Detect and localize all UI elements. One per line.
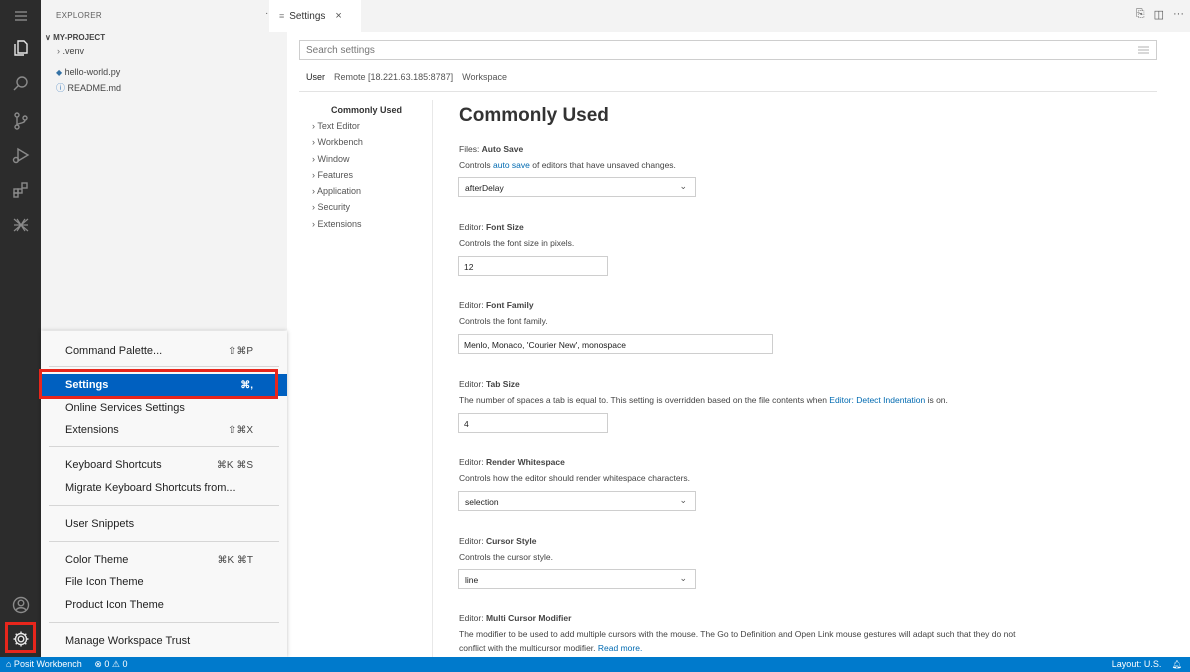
menu-item-file-icon-theme[interactable]: File Icon Theme	[41, 571, 287, 593]
menu-item-keyboard-shortcuts[interactable]: Keyboard Shortcuts ⌘K ⌘S	[41, 454, 287, 476]
activity-bar	[0, 0, 41, 657]
setting-desc-multi-cursor-1: The modifier to be used to add multiple …	[459, 629, 1016, 639]
info-file-icon: ⓘ	[56, 83, 66, 93]
notifications-bell-icon[interactable]: 🔔︎	[1172, 660, 1182, 669]
toc-divider	[432, 100, 433, 657]
menu-separator	[49, 541, 279, 542]
toc-commonly-used[interactable]: Commonly Used	[322, 105, 402, 115]
problems-indicator[interactable]: ⊗ 0 ⚠ 0	[94, 659, 127, 669]
settings-scope-tabs: User Remote [18.221.63.185:8787] Workspa…	[306, 72, 516, 82]
explorer-sidebar: EXPLORER ··· ∨ MY-PROJECT › .venv ◆ hell…	[41, 0, 287, 330]
toc-window[interactable]: › Window	[312, 154, 350, 164]
setting-desc-cursor-style: Controls the cursor style.	[459, 552, 554, 562]
source-control-icon[interactable]	[9, 109, 32, 132]
remote-explorer-icon[interactable]	[9, 213, 32, 236]
editor-actions: ⎘ ◫ ···	[1136, 8, 1184, 21]
setting-title-auto-save: Files: Auto Save	[459, 144, 524, 154]
menu-item-migrate-shortcuts[interactable]: Migrate Keyboard Shortcuts from...	[41, 477, 287, 499]
menu-separator	[49, 446, 279, 447]
menu-item-product-icon-theme[interactable]: Product Icon Theme	[41, 594, 287, 616]
filter-icon[interactable]	[1138, 45, 1149, 55]
detect-indentation-link[interactable]: Editor: Detect Indentation	[829, 395, 925, 405]
chevron-down-icon: ∨	[45, 33, 54, 42]
open-settings-json-icon[interactable]: ⎘	[1136, 8, 1145, 21]
font-size-input[interactable]: 12	[458, 256, 608, 276]
toc-security[interactable]: › Security	[312, 202, 350, 212]
close-tab-icon[interactable]: ×	[335, 10, 341, 22]
chevron-down-icon: ⌄	[679, 573, 687, 583]
remote-indicator[interactable]: ⌂ Posit Workbench	[6, 659, 82, 669]
setting-title-cursor-style: Editor: Cursor Style	[459, 536, 537, 546]
python-file-icon: ◆	[56, 68, 63, 77]
setting-title-font-family: Editor: Font Family	[459, 300, 534, 310]
section-title: Commonly Used	[459, 105, 609, 126]
scope-tab-user[interactable]: User	[306, 72, 325, 82]
read-more-link[interactable]: Read more.	[598, 643, 642, 653]
chevron-down-icon: ⌄	[679, 495, 687, 505]
editor-tab-bar: ≡ Settings × ⎘ ◫ ···	[269, 0, 1190, 32]
menu-item-extensions[interactable]: Extensions ⇧⌘X	[41, 419, 287, 441]
menu-icon[interactable]	[9, 4, 32, 27]
more-actions-icon[interactable]: ···	[1173, 8, 1184, 21]
setting-title-multi-cursor: Editor: Multi Cursor Modifier	[459, 613, 572, 623]
auto-save-select[interactable]: afterDelay ⌄	[458, 177, 696, 197]
keyboard-layout[interactable]: Layout: U.S.	[1112, 659, 1162, 669]
tree-item-readme[interactable]: ⓘ README.md	[56, 81, 121, 94]
setting-title-font-size: Editor: Font Size	[459, 222, 524, 232]
setting-desc-multi-cursor-2: conflict with the multicursor modifier. …	[459, 643, 643, 653]
tab-size-input[interactable]: 4	[458, 413, 608, 433]
chevron-right-icon: ›	[57, 46, 60, 56]
render-whitespace-select[interactable]: selection ⌄	[458, 491, 696, 511]
menu-item-user-snippets[interactable]: User Snippets	[41, 513, 287, 535]
status-bar: ⌂ Posit Workbench ⊗ 0 ⚠ 0 Layout: U.S. 🔔…	[0, 657, 1190, 672]
setting-desc-font-family: Controls the font family.	[459, 316, 548, 326]
chevron-down-icon: ⌄	[679, 181, 687, 191]
scope-tab-remote[interactable]: Remote [18.221.63.185:8787]	[334, 72, 453, 82]
scope-tab-workspace[interactable]: Workspace	[462, 72, 507, 82]
explorer-title: EXPLORER	[56, 11, 102, 20]
setting-title-tab-size: Editor: Tab Size	[459, 379, 520, 389]
menu-item-color-theme[interactable]: Color Theme ⌘K ⌘T	[41, 549, 287, 571]
status-right: Layout: U.S. 🔔︎	[1112, 659, 1182, 669]
vscode-window: EXPLORER ··· ∨ MY-PROJECT › .venv ◆ hell…	[0, 0, 1190, 672]
toc-extensions[interactable]: › Extensions	[312, 219, 362, 229]
scope-divider	[299, 91, 1157, 92]
menu-separator	[49, 505, 279, 506]
extensions-icon[interactable]	[9, 178, 32, 201]
setting-desc-font-size: Controls the font size in pixels.	[459, 238, 575, 248]
menu-separator	[49, 366, 279, 367]
setting-desc-tab-size: The number of spaces a tab is equal to. …	[459, 395, 948, 405]
project-folder[interactable]: ∨ MY-PROJECT	[45, 33, 105, 42]
menu-item-workspace-trust[interactable]: Manage Workspace Trust	[41, 630, 287, 652]
split-editor-icon[interactable]: ◫	[1154, 8, 1164, 21]
menu-item-command-palette[interactable]: Command Palette... ⇧⌘P	[41, 340, 287, 362]
tree-item-venv[interactable]: › .venv	[57, 46, 84, 56]
tab-settings[interactable]: ≡ Settings ×	[269, 0, 361, 32]
toc-workbench[interactable]: › Workbench	[312, 137, 363, 147]
setting-title-render-whitespace: Editor: Render Whitespace	[459, 457, 565, 467]
search-icon[interactable]	[9, 72, 32, 95]
accounts-icon[interactable]	[9, 593, 32, 616]
toc-text-editor[interactable]: › Text Editor	[312, 121, 360, 131]
settings-search-box[interactable]	[299, 40, 1157, 60]
menu-item-online-services[interactable]: Online Services Settings	[41, 397, 287, 419]
setting-desc-render-whitespace: Controls how the editor should render wh…	[459, 473, 691, 483]
gear-highlight-annotation	[5, 622, 36, 653]
settings-highlight-annotation	[39, 369, 278, 399]
auto-save-link[interactable]: auto save	[493, 160, 530, 170]
cursor-style-select[interactable]: line ⌄	[458, 569, 696, 589]
status-left: ⌂ Posit Workbench ⊗ 0 ⚠ 0	[6, 659, 127, 670]
settings-file-icon: ≡	[279, 11, 285, 21]
setting-desc-auto-save: Controls auto save of editors that have …	[459, 160, 676, 170]
menu-separator	[49, 622, 279, 623]
settings-search-input[interactable]	[306, 45, 1086, 56]
toc-features[interactable]: › Features	[312, 170, 353, 180]
run-debug-icon[interactable]	[9, 143, 32, 166]
tree-item-hello-world[interactable]: ◆ hello-world.py	[56, 67, 120, 77]
font-family-input[interactable]: Menlo, Monaco, 'Courier New', monospace	[458, 334, 773, 354]
toc-application[interactable]: › Application	[312, 186, 361, 196]
explorer-icon[interactable]	[9, 36, 32, 59]
